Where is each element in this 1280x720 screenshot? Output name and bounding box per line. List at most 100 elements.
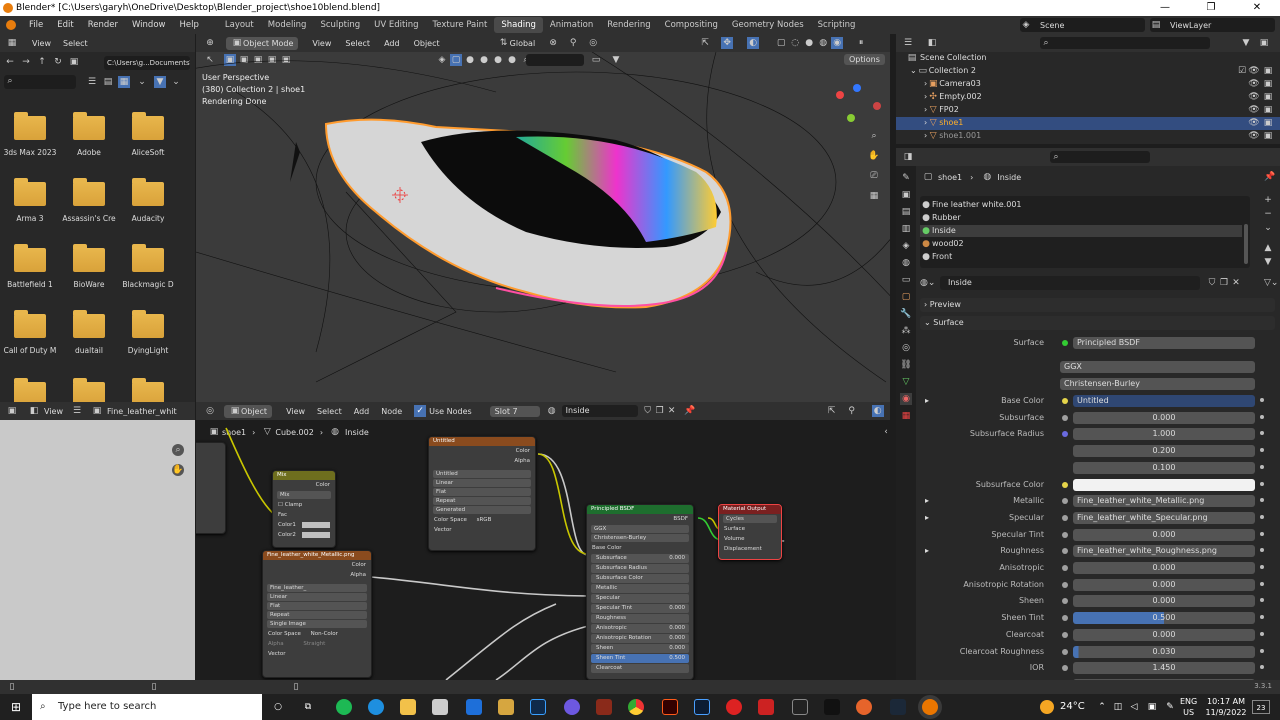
blender-menu-icon[interactable] — [6, 20, 16, 30]
socket-icon[interactable] — [1062, 531, 1068, 538]
outliner-row[interactable]: ⌄ ▭ Collection 2 ☑ 👁 ▣ — [896, 65, 1280, 78]
distribution-dropdown[interactable]: GGX — [1060, 361, 1255, 373]
property-field[interactable]: Fine_leather_white_Specular.png — [1073, 511, 1255, 524]
vp-menu-select[interactable]: Select — [345, 39, 370, 48]
socket-icon[interactable] — [1062, 514, 1068, 521]
keyframe-dot-icon[interactable] — [1260, 514, 1264, 519]
vp-menu-view[interactable]: View — [312, 39, 331, 48]
camera-icon[interactable]: ▣ — [1262, 117, 1274, 129]
node-image-metallic[interactable]: Fine_leather_white_Metallic.png Color Al… — [262, 550, 372, 678]
bsdf-input-row[interactable]: Roughness — [591, 614, 689, 623]
zoom-icon[interactable]: ⌕ — [868, 130, 880, 142]
node-editor-canvas[interactable]: ▣ shoe1 › ▽ Cube.002 › ◍ Inside Mix Color … — [196, 420, 890, 680]
material-browse-icon[interactable]: ◍ — [546, 405, 558, 417]
node-editor-icon[interactable]: ◎ — [204, 405, 216, 417]
property-field[interactable]: 0.000 — [1073, 562, 1255, 574]
keyframe-dot-icon[interactable] — [1260, 615, 1264, 620]
forward-icon[interactable]: → — [20, 56, 32, 68]
material-name-field[interactable]: Inside — [940, 276, 1200, 290]
keyframe-dot-icon[interactable] — [1260, 414, 1264, 419]
node-material-field[interactable]: Inside — [561, 405, 638, 417]
preview-section[interactable]: › Preview — [920, 298, 1275, 312]
fake-user-icon[interactable]: ⛉ — [1206, 277, 1218, 289]
keyframe-dot-icon[interactable] — [1260, 548, 1264, 553]
menu-file[interactable]: File — [22, 20, 50, 30]
folder-item[interactable]: Battlefield 1 — [0, 244, 60, 289]
tab-rendering[interactable]: Rendering — [600, 17, 657, 33]
node-principled-bsdf[interactable]: Principled BSDF BSDF GGX Christensen-Bur… — [586, 504, 694, 680]
use-nodes-checkbox[interactable]: ✓ — [414, 405, 427, 417]
property-field[interactable]: 0.500 — [1073, 612, 1255, 625]
chrome-icon[interactable] — [628, 699, 644, 715]
eye-icon[interactable]: 👁 — [1248, 104, 1260, 116]
windows-start-icon[interactable]: ⊞ — [10, 701, 22, 713]
menu-hamburger-icon[interactable]: ☰ — [71, 405, 83, 417]
socket-icon[interactable] — [1062, 398, 1068, 404]
refresh-icon[interactable]: ↻ — [52, 56, 64, 68]
surface-shader-field[interactable]: Principled BSDF — [1073, 337, 1255, 349]
cortana-icon[interactable]: ○ — [272, 701, 284, 713]
output-tab-icon[interactable]: ▤ — [900, 206, 912, 218]
sort-icon[interactable]: ⌄ — [136, 76, 148, 88]
keyframe-dot-icon[interactable] — [1260, 565, 1264, 569]
node-overlay-icon[interactable]: ◐ — [871, 405, 884, 417]
socket-icon[interactable] — [1062, 598, 1068, 605]
tab-modeling[interactable]: Modeling — [261, 17, 314, 33]
material-slot[interactable]: ● Inside — [920, 225, 1242, 237]
folder-item[interactable]: Audacity — [118, 178, 178, 223]
collection-tab-icon[interactable]: ▭ — [900, 274, 912, 286]
outliner-row[interactable]: › ✣ Empty.002 👁 ▣ — [896, 91, 1280, 104]
parent-dir-icon[interactable]: ↑ — [36, 56, 48, 68]
image-editor-canvas[interactable]: ⌕ ✋ — [0, 420, 195, 680]
expand-arrow-icon[interactable]: ▸ — [925, 396, 929, 405]
socket-icon[interactable] — [1062, 648, 1068, 655]
socket-icon[interactable] — [1062, 498, 1068, 505]
property-field[interactable]: Fine_leather_white_Roughness.png — [1073, 545, 1255, 558]
pause-render-icon[interactable]: ⏸ — [855, 37, 867, 49]
material-slot[interactable]: ● Rubber — [920, 212, 1250, 224]
notification-icon[interactable]: 23 — [1252, 700, 1270, 714]
store-icon[interactable] — [432, 699, 448, 715]
surface-section[interactable]: ⌄ Surface — [920, 316, 1275, 330]
blender-taskbar-icon[interactable] — [922, 699, 938, 715]
socket-icon[interactable] — [1062, 565, 1068, 571]
particles-tab-icon[interactable]: ⁂ — [900, 325, 912, 337]
bsdf-input-row[interactable]: Sheen 0.000 — [591, 644, 689, 653]
property-field[interactable] — [1073, 478, 1255, 491]
camera-icon[interactable]: ▣ — [1262, 130, 1274, 142]
keyframe-dot-icon[interactable] — [1260, 464, 1264, 469]
folder-item[interactable]: Arma 3 — [0, 178, 60, 223]
slot-dropdown[interactable]: Slot 7 — [489, 405, 540, 417]
task-view-icon[interactable]: ⧉ — [302, 701, 314, 713]
outliner-row[interactable]: ▤ Scene Collection — [896, 52, 1280, 65]
socket-icon[interactable] — [1062, 548, 1068, 555]
neg-x-axis-icon[interactable] — [873, 102, 881, 110]
back-icon[interactable]: ← — [4, 56, 16, 68]
bsdf-input-row[interactable]: Sheen Tint 0.500 — [591, 654, 689, 663]
node-image-untitled[interactable]: Untitled Color Alpha Untitled Linear Fla… — [428, 436, 536, 551]
illustrator-icon[interactable] — [662, 699, 678, 715]
tab-uv-editing[interactable]: UV Editing — [367, 17, 425, 33]
weather-temp[interactable]: 24°C — [1060, 701, 1085, 712]
gizmo-icon[interactable]: ✥ — [721, 37, 734, 49]
mail-icon[interactable] — [466, 699, 482, 715]
material-slot[interactable]: ● wood02 — [920, 238, 1250, 250]
keyframe-dot-icon[interactable] — [1260, 398, 1264, 402]
taskbar-search-box[interactable]: ⌕ Type here to search — [32, 694, 262, 720]
bsdf-input-row[interactable]: Specular Tint 0.000 — [591, 604, 689, 613]
viewport-3d[interactable]: ↖ ▣ ▣ ▣ ▣ ▣ ◈ ▢ ● ● ● ● ⌕ ▭ ▼ Options Us… — [196, 52, 890, 402]
material-datablock[interactable]: ◍⌄ Inside ⛉ ❐ ✕ — [920, 276, 1250, 290]
clock[interactable]: 10:17 AM 11/9/2022 — [1204, 696, 1248, 718]
property-field[interactable]: 0.000 — [1073, 528, 1255, 541]
minimize-icon[interactable]: — — [1142, 0, 1188, 16]
pivot-icon[interactable]: ⊗ — [547, 37, 559, 49]
tray-app-icon[interactable]: ▣ — [1146, 701, 1158, 713]
node-menu-select[interactable]: Select — [317, 407, 342, 416]
keyframe-dot-icon[interactable] — [1260, 598, 1264, 603]
menu-render[interactable]: Render — [81, 20, 125, 30]
bsdf-input-row[interactable]: Subsurface Color — [591, 574, 689, 583]
language-indicator[interactable]: ENG US — [1180, 696, 1197, 718]
link-mode-icon[interactable]: ▽⌄ — [1264, 277, 1278, 289]
overlay-icon[interactable]: ◐ — [747, 37, 760, 49]
outliner-row[interactable]: › ▽ shoe1 👁 ▣ — [896, 117, 1280, 130]
